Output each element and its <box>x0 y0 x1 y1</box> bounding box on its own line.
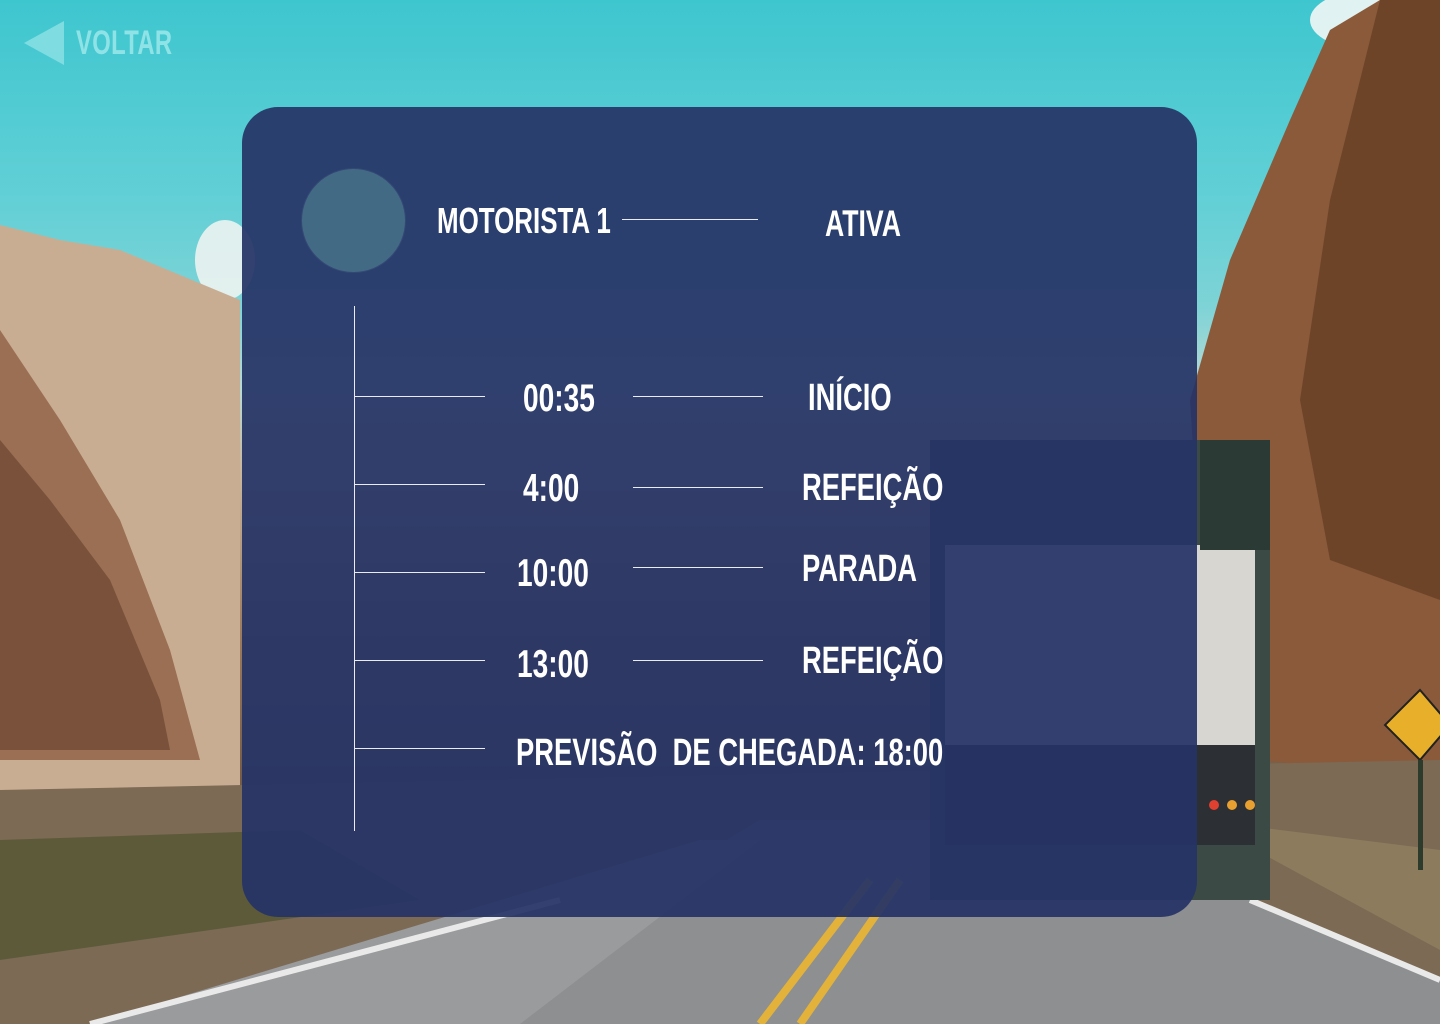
event-label: INÍCIO <box>808 377 892 419</box>
timeline-branch <box>355 396 485 397</box>
event-time: 4:00 <box>523 467 580 510</box>
timeline-branch <box>355 572 485 573</box>
driver-avatar <box>302 169 405 272</box>
event-time: 00:35 <box>523 377 595 420</box>
driver-status: ATIVA <box>825 203 901 244</box>
connector-line <box>633 660 763 661</box>
event-time: 13:00 <box>517 643 589 686</box>
connector-line <box>633 487 763 488</box>
connector-line <box>622 219 758 220</box>
timeline-branch <box>355 484 485 485</box>
timeline-branch <box>355 660 485 661</box>
event-label: PARADA <box>802 548 918 590</box>
event-label: REFEIÇÃO <box>802 467 944 509</box>
back-button[interactable]: VOLTAR <box>24 20 214 66</box>
back-arrow-icon <box>24 21 64 65</box>
event-time: 10:00 <box>517 552 589 595</box>
event-label: REFEIÇÃO <box>802 640 944 682</box>
driver-name: MOTORISTA 1 <box>437 200 611 241</box>
arrival-forecast: PREVISÃO DE CHEGADA: 18:00 <box>516 732 944 774</box>
connector-line <box>633 567 763 568</box>
connector-line <box>633 396 763 397</box>
back-button-label: VOLTAR <box>76 23 173 62</box>
timeline-rail <box>354 306 355 831</box>
timeline-branch <box>355 748 485 749</box>
driver-timeline-card: MOTORISTA 1 ATIVA 00:35 INÍCIO 4:00 REFE… <box>242 107 1197 917</box>
